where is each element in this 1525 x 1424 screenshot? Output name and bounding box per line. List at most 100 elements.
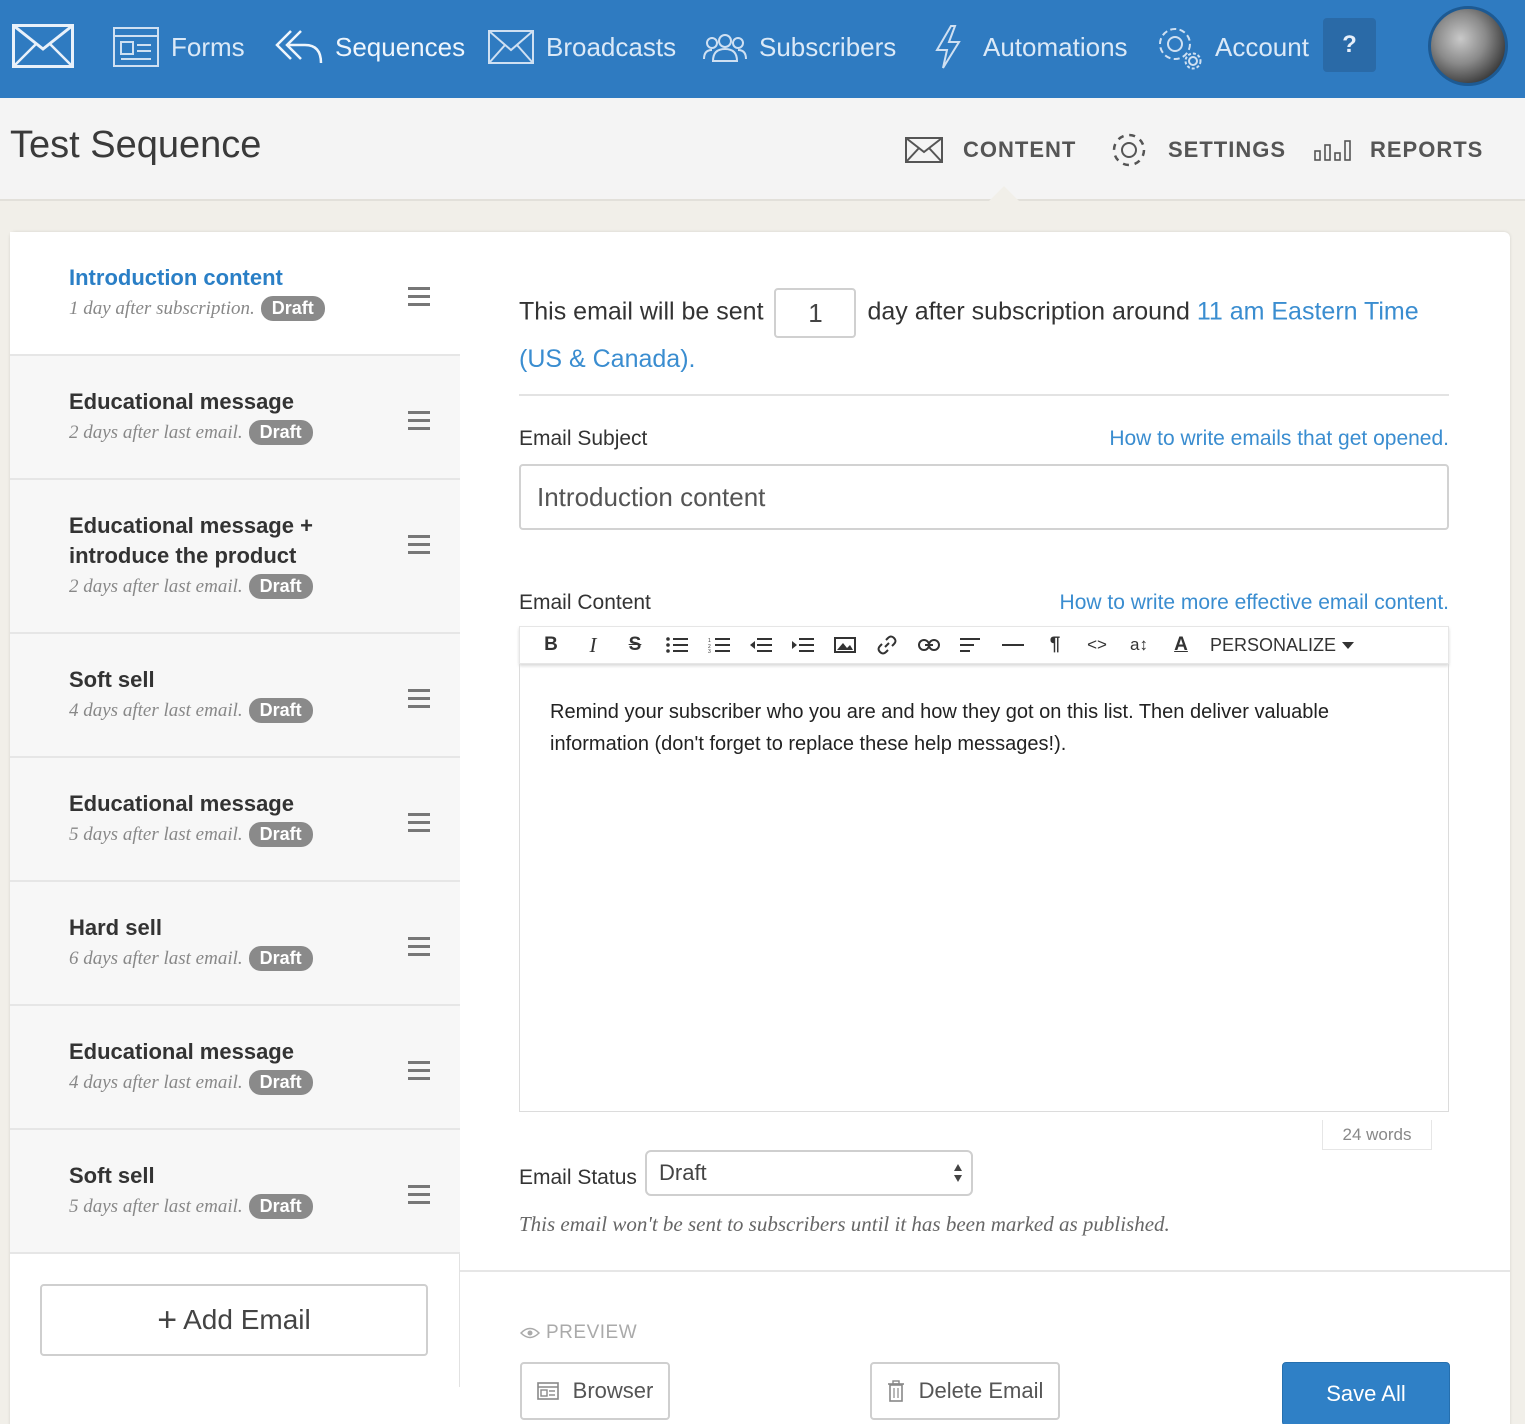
automations-icon (935, 25, 961, 69)
status-badge: Draft (248, 1194, 313, 1219)
numbered-list-icon[interactable]: 123 (698, 629, 740, 661)
subject-label: Email Subject (519, 427, 648, 450)
italic-button[interactable]: I (572, 629, 614, 661)
word-count: 24 words (1322, 1120, 1432, 1150)
bold-button[interactable]: B (530, 629, 572, 661)
status-badge: Draft (248, 1070, 313, 1095)
trash-icon (887, 1380, 904, 1402)
nav-sequences-label: Sequences (335, 31, 466, 62)
content-help-link[interactable]: How to write more effective email conten… (910, 591, 1449, 615)
font-size-icon[interactable]: a↕ (1118, 629, 1160, 661)
save-all-button[interactable]: Save All (1282, 1362, 1450, 1424)
subject-help-link[interactable]: How to write emails that get opened. (1010, 427, 1449, 451)
nav-forms[interactable]: Forms (113, 22, 245, 72)
email-list-item[interactable]: Educational message 4 days after last em… (10, 1006, 460, 1130)
tab-settings-label: SETTINGS (1168, 137, 1287, 162)
image-icon[interactable] (824, 629, 866, 661)
nav-automations-label: Automations (983, 31, 1128, 62)
nav-broadcasts-label: Broadcasts (546, 31, 677, 62)
tab-settings[interactable]: SETTINGS (1110, 130, 1286, 170)
email-list-item[interactable]: Introduction content 1 day after subscri… (10, 232, 460, 356)
email-list-item[interactable]: Educational message 2 days after last em… (10, 356, 460, 480)
email-item-delay: 4 days after last email. (69, 1071, 243, 1093)
drag-handle-icon[interactable] (408, 1061, 430, 1081)
drag-handle-icon[interactable] (408, 689, 430, 709)
nav-subscribers[interactable]: Subscribers (703, 22, 896, 72)
nav-automations[interactable]: Automations (933, 22, 1128, 72)
logo-envelope-icon[interactable] (12, 24, 74, 68)
sequences-icon (275, 30, 323, 64)
email-item-title: Educational message (69, 389, 294, 414)
browser-icon (536, 1382, 559, 1400)
drag-handle-icon[interactable] (408, 535, 430, 555)
email-subject-input[interactable]: Introduction content (519, 464, 1449, 530)
tab-reports-label: REPORTS (1370, 137, 1484, 162)
drag-handle-icon[interactable] (408, 937, 430, 957)
nav-account-label: Account (1215, 31, 1309, 62)
paragraph-icon[interactable]: ¶ (1034, 629, 1076, 661)
drag-handle-icon[interactable] (408, 411, 430, 431)
preview-label: PREVIEW (520, 1322, 637, 1344)
outdent-icon[interactable] (740, 629, 782, 661)
gear-icon (1112, 133, 1146, 167)
add-email-button[interactable]: + Add Email (40, 1284, 428, 1356)
section-divider (519, 394, 1449, 396)
email-item-meta: 1 day after subscription. Draft (69, 296, 325, 321)
nav-account[interactable]: Account (1155, 22, 1309, 72)
email-list-item[interactable]: Soft sell 4 days after last email. Draft (10, 634, 460, 758)
add-email-label: Add Email (183, 1304, 311, 1335)
personalize-label: PERSONALIZE (1210, 634, 1337, 655)
preview-browser-button[interactable]: Browser (520, 1362, 670, 1420)
nav-sequences[interactable]: Sequences (275, 22, 465, 72)
delete-label: Delete Email (918, 1378, 1044, 1403)
text-color-icon[interactable]: A (1160, 629, 1202, 661)
email-list-item[interactable]: Educational message + introduce the prod… (10, 480, 460, 634)
email-list-item[interactable]: Hard sell 6 days after last email. Draft (10, 882, 460, 1006)
email-list-item[interactable]: Educational message 5 days after last em… (10, 758, 460, 882)
tab-content[interactable]: CONTENT (905, 130, 1076, 170)
email-item-delay: 2 days after last email. (69, 575, 243, 597)
personalize-dropdown[interactable]: PERSONALIZE (1210, 634, 1355, 656)
email-item-meta: 5 days after last email. Draft (69, 1194, 313, 1219)
bullet-list-icon[interactable] (656, 629, 698, 661)
status-badge: Draft (248, 574, 313, 599)
delete-email-button[interactable]: Delete Email (870, 1362, 1060, 1420)
link-icon[interactable] (866, 629, 908, 661)
strikethrough-button[interactable]: S (614, 629, 656, 661)
code-icon[interactable]: <> (1076, 629, 1118, 661)
status-badge: Draft (248, 698, 313, 723)
svg-text:3: 3 (708, 649, 711, 653)
help-button[interactable]: ? (1323, 18, 1376, 72)
delay-days-input[interactable]: 1 (774, 288, 857, 338)
schedule-suffix: day after subscription around (867, 297, 1190, 326)
drag-handle-icon[interactable] (408, 1185, 430, 1205)
status-label: Email Status (519, 1166, 637, 1189)
nav-forms-label: Forms (171, 31, 245, 62)
email-list-sidebar: Introduction content 1 day after subscri… (10, 232, 460, 1387)
email-item-meta: 6 days after last email. Draft (69, 946, 313, 971)
subscribers-icon (703, 34, 747, 62)
email-item-title: Educational message (69, 791, 294, 816)
email-item-title: Introduction content (69, 265, 283, 290)
schedule-sentence: This email will be sent 1 day after subs… (519, 288, 1449, 380)
hyperlink-icon[interactable] (908, 629, 950, 661)
status-badge: Draft (248, 822, 313, 847)
email-item-title: Soft sell (69, 1163, 155, 1188)
subject-value: Introduction content (537, 481, 766, 512)
email-status-select[interactable]: Draft (645, 1150, 973, 1196)
user-avatar[interactable] (1428, 6, 1508, 86)
nav-broadcasts[interactable]: Broadcasts (488, 22, 676, 72)
align-icon[interactable] (950, 629, 992, 661)
email-item-title: Educational message (69, 1039, 294, 1064)
tab-reports[interactable]: REPORTS (1314, 130, 1483, 170)
email-body-editor[interactable]: Remind your subscriber who you are and h… (519, 664, 1449, 1112)
account-icon (1159, 28, 1202, 70)
indent-icon[interactable] (782, 629, 824, 661)
email-list-item[interactable]: Soft sell 5 days after last email. Draft (10, 1130, 460, 1254)
status-badge: Draft (248, 420, 313, 445)
drag-handle-icon[interactable] (408, 813, 430, 833)
sequence-editor-card: Introduction content 1 day after subscri… (10, 232, 1510, 1424)
email-item-meta: 2 days after last email. Draft (69, 574, 313, 599)
horizontal-rule-icon[interactable] (992, 629, 1034, 661)
drag-handle-icon[interactable] (408, 287, 430, 307)
